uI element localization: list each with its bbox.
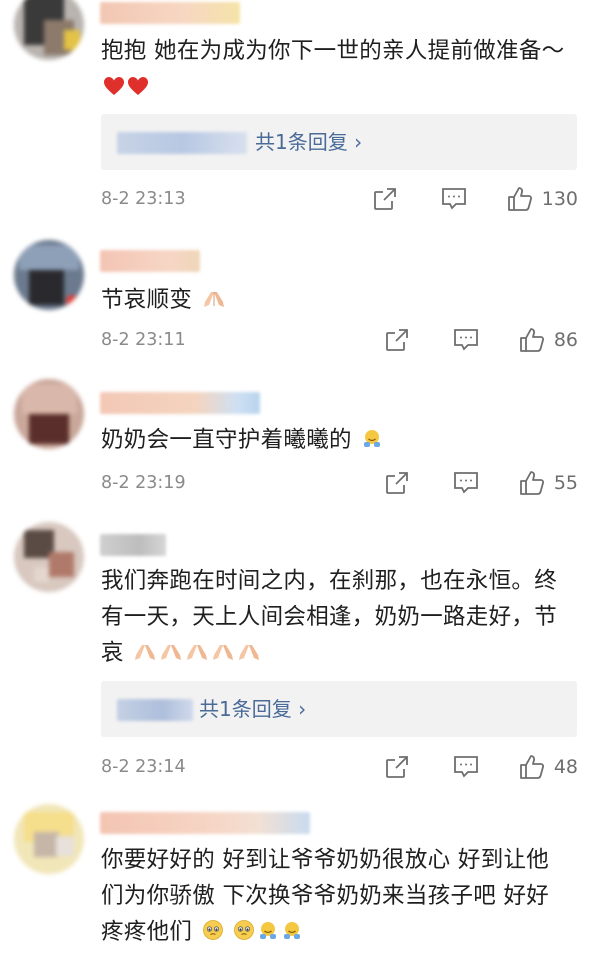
action-bar: 48	[384, 753, 578, 781]
action-bar: 130	[372, 185, 578, 213]
comment-button[interactable]	[452, 470, 480, 496]
share-button[interactable]	[384, 470, 410, 496]
hugging-face-icon	[281, 916, 303, 952]
comment-text: 抱抱 她在为成为你下一世的亲人提前做准备～	[101, 33, 571, 107]
like-count: 55	[553, 472, 578, 494]
avatar[interactable]	[14, 804, 84, 874]
thumbs-up-icon	[519, 471, 544, 495]
share-icon	[385, 329, 408, 351]
username[interactable]	[100, 2, 240, 24]
thumbs-up-icon	[519, 328, 544, 352]
comment-button[interactable]	[452, 327, 480, 353]
thumbs-up-icon	[519, 755, 544, 779]
comment-icon	[453, 329, 478, 351]
like-count: 48	[553, 756, 578, 778]
action-bar: 55	[384, 469, 578, 497]
comment-icon	[441, 188, 466, 210]
reply-username	[117, 699, 193, 721]
reply-preview[interactable]: 共1条回复 ›	[101, 681, 577, 737]
avatar[interactable]	[14, 240, 84, 310]
avatar[interactable]	[14, 379, 84, 449]
timestamp: 8-2 23:19	[101, 473, 186, 493]
username[interactable]	[100, 812, 310, 834]
comment-text-content: 抱抱 她在为成为你下一世的亲人提前做准备～	[101, 38, 565, 64]
username[interactable]	[100, 534, 166, 556]
comment-item: 你要好好的 好到让爷爷奶奶很放心 好到让他们为你骄傲 下次换爷爷奶奶来当孩子吧 …	[0, 800, 596, 964]
username[interactable]	[100, 392, 260, 414]
red-heart-icon	[127, 71, 149, 107]
share-button[interactable]	[384, 327, 410, 353]
folded-hands-icon	[133, 637, 157, 673]
action-bar: 86	[384, 326, 578, 354]
comment-button[interactable]	[452, 754, 480, 780]
timestamp: 8-2 23:14	[101, 757, 186, 777]
timestamp: 8-2 23:13	[101, 189, 186, 209]
like-button[interactable]: 130	[506, 185, 578, 213]
share-button[interactable]	[372, 186, 398, 212]
like-count: 86	[553, 329, 578, 351]
comment-item: 节哀顺变 8-2 23:11 86	[0, 230, 596, 370]
red-heart-icon	[103, 71, 125, 107]
view-replies-link[interactable]: 共1条回复 ›	[199, 695, 306, 723]
folded-hands-icon	[237, 637, 261, 673]
hugging-face-icon	[257, 916, 279, 952]
comment-text: 我们奔跑在时间之内，在刹那，也在永恒。终有一天，天上人间会相逢，奶奶一路走好，节…	[101, 563, 571, 673]
avatar[interactable]	[14, 522, 84, 592]
thumbs-up-icon	[507, 187, 532, 211]
folded-hands-icon	[202, 284, 226, 320]
timestamp: 8-2 23:11	[101, 330, 186, 350]
share-icon	[385, 472, 408, 494]
pleading-face-icon	[202, 916, 224, 952]
comment-text-content: 奶奶会一直守护着曦曦的	[101, 427, 352, 453]
share-icon	[385, 756, 408, 778]
username[interactable]	[100, 250, 200, 272]
hugging-face-icon	[361, 424, 383, 460]
comment-item: 奶奶会一直守护着曦曦的 8-2 23:19 55	[0, 375, 596, 510]
comment-icon	[453, 472, 478, 494]
pleading-face-icon	[233, 916, 255, 952]
like-button[interactable]: 55	[518, 469, 578, 497]
reply-preview[interactable]: 共1条回复 ›	[101, 114, 577, 170]
share-icon	[373, 188, 396, 210]
comment-text: 你要好好的 好到让爷爷奶奶很放心 好到让他们为你骄傲 下次换爷爷奶奶来当孩子吧 …	[101, 842, 571, 952]
view-replies-link[interactable]: 共1条回复 ›	[255, 128, 362, 156]
comment-text: 奶奶会一直守护着曦曦的	[101, 422, 571, 460]
folded-hands-icon	[159, 637, 183, 673]
like-button[interactable]: 86	[518, 326, 578, 354]
like-button[interactable]: 48	[518, 753, 578, 781]
comment-icon	[453, 756, 478, 778]
comment-item: 抱抱 她在为成为你下一世的亲人提前做准备～ 共1条回复 › 8-2 23:13 …	[0, 0, 596, 220]
like-count: 130	[541, 188, 578, 210]
comment-text-content: 你要好好的 好到让爷爷奶奶很放心 好到让他们为你骄傲 下次换爷爷奶奶来当孩子吧 …	[101, 847, 550, 945]
folded-hands-icon	[185, 637, 209, 673]
folded-hands-icon	[211, 637, 235, 673]
comment-text: 节哀顺变	[101, 282, 571, 320]
comment-button[interactable]	[440, 186, 468, 212]
comment-text-content: 节哀顺变	[101, 287, 193, 313]
reply-username	[117, 132, 247, 154]
avatar[interactable]	[14, 0, 84, 60]
share-button[interactable]	[384, 754, 410, 780]
comment-item: 我们奔跑在时间之内，在刹那，也在永恒。终有一天，天上人间会相逢，奶奶一路走好，节…	[0, 517, 596, 792]
